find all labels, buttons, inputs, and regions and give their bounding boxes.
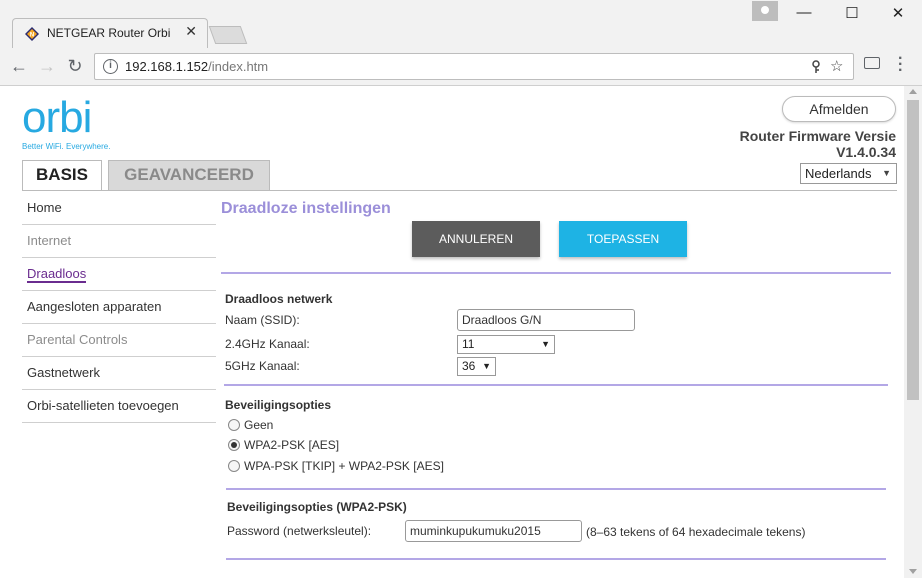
profile-icon[interactable] (752, 1, 778, 21)
minimize-button[interactable]: — (784, 4, 824, 26)
sidebar-item-internet[interactable]: Internet (22, 225, 216, 258)
ssid-label: Naam (SSID): (225, 313, 300, 327)
chevron-down-icon: ▼ (482, 361, 491, 371)
header-divider (22, 190, 897, 191)
maximize-button[interactable]: ☐ (832, 4, 872, 26)
cancel-button[interactable]: ANNULEREN (412, 221, 540, 257)
bookmark-star-icon[interactable]: ☆ (830, 57, 843, 75)
radio-button[interactable] (228, 460, 240, 472)
scroll-down-icon[interactable] (909, 569, 917, 574)
firmware-label: Router Firmware Versie (739, 128, 896, 144)
sidebar-item-home[interactable]: Home (22, 192, 216, 225)
info-icon[interactable]: i (103, 59, 118, 74)
tab-geavanceerd[interactable]: GEAVANCEERD (108, 160, 270, 190)
language-select[interactable]: Nederlands ▼ (800, 163, 897, 184)
sidebar: Home Internet Draadloos Aangesloten appa… (22, 192, 216, 423)
tab-close-icon[interactable]: ✕ (185, 23, 197, 40)
section-divider (226, 488, 886, 490)
security-options-heading: Beveiligingsopties (225, 398, 332, 412)
logout-button[interactable]: Afmelden (782, 96, 896, 122)
ssid-field[interactable]: Draadloos G/N (457, 309, 635, 331)
sidebar-item-label: Draadloos (27, 266, 87, 283)
channel-5-label: 5GHz Kanaal: (225, 359, 300, 373)
sidebar-item-draadloos[interactable]: Draadloos (22, 258, 216, 291)
page-viewport: orbi Better WiFi. Everywhere. Afmelden R… (0, 86, 904, 578)
tab-title: NETGEAR Router Orbi (47, 26, 171, 40)
page-scrollbar[interactable] (904, 86, 922, 578)
channel-5-select[interactable]: 36 ▼ (457, 357, 496, 376)
cast-icon[interactable] (864, 57, 880, 69)
sidebar-item-label: Orbi-satellieten toevoegen (27, 398, 179, 413)
firmware-version: V1.4.0.34 (836, 144, 896, 160)
section-divider (221, 272, 891, 274)
menu-icon[interactable]: · · · (898, 51, 903, 79)
chevron-down-icon: ▼ (541, 339, 550, 349)
back-arrow-icon[interactable]: ← (8, 56, 30, 77)
password-hint: (8–63 tekens of 64 hexadecimale tekens) (586, 525, 806, 539)
radio-label: WPA2-PSK [AES] (244, 438, 340, 452)
sidebar-item-label: Parental Controls (27, 332, 128, 347)
channel-24-value: 11 (462, 337, 475, 351)
radio-button[interactable] (228, 419, 240, 431)
sidebar-item-label: Aangesloten apparaten (27, 299, 162, 314)
password-label: Password (netwerksleutel): (227, 524, 372, 538)
close-window-button[interactable]: ✕ (878, 4, 918, 26)
chevron-down-icon: ▼ (882, 168, 891, 178)
netgear-favicon-icon: N (25, 27, 39, 41)
wpa2-options-heading: Beveiligingsopties (WPA2-PSK) (227, 500, 407, 514)
sidebar-item-parental-controls[interactable]: Parental Controls (22, 324, 216, 357)
sidebar-item-label: Home (27, 200, 62, 215)
logo-tagline: Better WiFi. Everywhere. (22, 142, 111, 151)
forward-arrow-icon[interactable]: → (36, 56, 58, 77)
logo-wordmark: orbi (22, 93, 92, 142)
sidebar-item-label: Internet (27, 233, 72, 248)
sidebar-item-label: Gastnetwerk (27, 365, 100, 380)
url-host: 192.168.1.152 (125, 59, 209, 74)
radio-button[interactable] (228, 439, 240, 451)
url-text[interactable]: 192.168.1.152/index.htm (125, 59, 268, 74)
sidebar-item-gastnetwerk[interactable]: Gastnetwerk (22, 357, 216, 390)
channel-24-select[interactable]: 11 ▼ (457, 335, 555, 354)
new-tab-button[interactable] (208, 26, 248, 44)
language-value: Nederlands (805, 166, 872, 181)
browser-titlebar: N NETGEAR Router Orbi ✕ — ☐ ✕ (0, 0, 922, 48)
password-field[interactable]: muminkupukumuku2015 (405, 520, 582, 542)
orbi-logo: orbi Better WiFi. Everywhere. (22, 93, 111, 152)
scroll-up-icon[interactable] (909, 89, 917, 94)
sidebar-item-aangesloten-apparaten[interactable]: Aangesloten apparaten (22, 291, 216, 324)
reload-icon[interactable]: ↻ (64, 56, 86, 77)
tab-basis[interactable]: BASIS (22, 160, 102, 191)
key-icon[interactable] (811, 60, 821, 74)
address-bar[interactable]: i 192.168.1.152/index.htm ☆ (94, 53, 854, 80)
wireless-network-heading: Draadloos netwerk (225, 292, 333, 306)
sidebar-item-orbi-satellieten[interactable]: Orbi-satellieten toevoegen (22, 390, 216, 423)
page-title: Draadloze instellingen (221, 200, 391, 217)
radio-label: WPA-PSK [TKIP] + WPA2-PSK [AES] (244, 459, 444, 473)
svg-text:N: N (30, 33, 34, 39)
scrollbar-thumb[interactable] (907, 100, 919, 400)
apply-button[interactable]: TOEPASSEN (559, 221, 687, 257)
section-divider (224, 384, 888, 386)
radio-label: Geen (244, 418, 274, 432)
channel-5-value: 36 (462, 359, 476, 373)
url-path: /index.htm (208, 59, 269, 74)
channel-24-label: 2.4GHz Kanaal: (225, 337, 310, 351)
browser-toolbar: ← → ↻ i 192.168.1.152/index.htm ☆ · · · (0, 48, 922, 86)
section-divider (226, 558, 886, 560)
browser-tab[interactable]: N NETGEAR Router Orbi ✕ (12, 18, 208, 48)
